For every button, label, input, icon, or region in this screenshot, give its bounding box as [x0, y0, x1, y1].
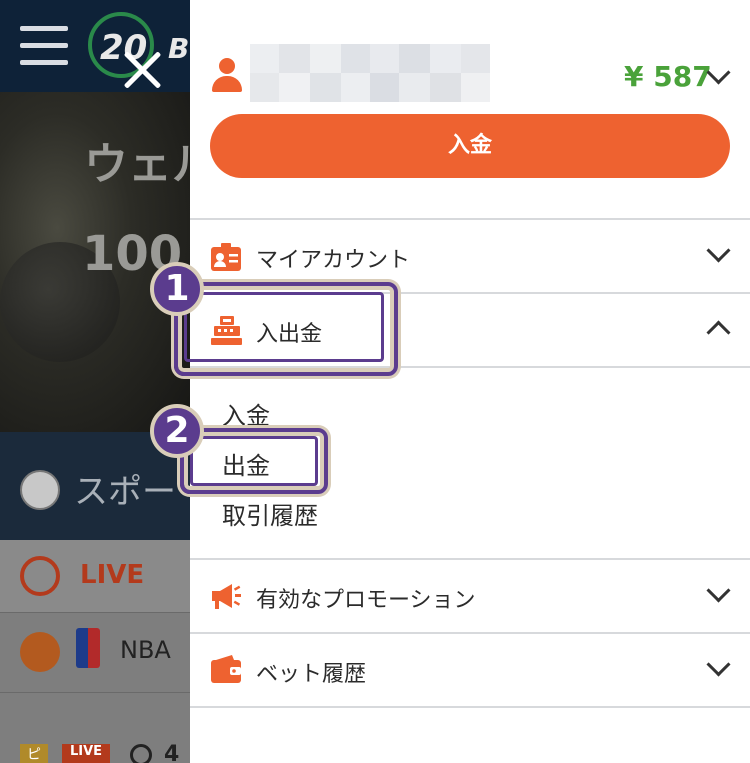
- id-card-icon: [211, 243, 241, 271]
- hero-title: ウェル: [84, 139, 190, 190]
- stopwatch-icon: [20, 556, 60, 596]
- balance-amount[interactable]: ¥ 587: [624, 60, 712, 93]
- step-badge-1: 1: [150, 262, 204, 316]
- menu-label: マイアカウント: [256, 248, 411, 273]
- timer-icon: [130, 744, 152, 763]
- chevron-down-icon: [706, 578, 731, 603]
- menu-item-bet-history[interactable]: ベット履歴: [190, 634, 750, 706]
- account-drawer: ¥ 587 入金 マイアカウント 入出金 入金 出金 取引履歴 有効なプロモーシ…: [190, 0, 750, 763]
- chevron-down-icon: [706, 652, 731, 677]
- megaphone-icon: [212, 584, 241, 609]
- event-badge: ピ: [20, 744, 48, 763]
- divider: [190, 706, 750, 708]
- step-badge-2: 2: [150, 404, 204, 458]
- hero-banner: ウェル 100: [0, 92, 190, 432]
- event-number: 4: [164, 742, 180, 763]
- chevron-down-icon: [706, 238, 731, 263]
- chevron-up-icon: [706, 320, 731, 345]
- live-badge: LIVE: [62, 744, 110, 763]
- highlight-box-step2-inner: [190, 436, 318, 486]
- live-label: LIVE: [80, 560, 145, 590]
- submenu-transaction-history[interactable]: 取引履歴: [222, 496, 318, 531]
- nba-label: NBA: [120, 636, 171, 664]
- menu-label: 有効なプロモーション: [256, 588, 476, 613]
- deposit-button[interactable]: 入金: [210, 114, 730, 178]
- background-page: 20 B ウェル 100 スポー LIVE NBA ピ LIVE 4: [0, 0, 190, 763]
- basketball-icon: [20, 632, 60, 672]
- menu-label: ベット履歴: [256, 662, 367, 687]
- logo-letter: B: [168, 32, 190, 65]
- sports-label: スポー: [74, 472, 176, 512]
- submenu-deposit[interactable]: 入金: [222, 396, 270, 431]
- user-icon: [210, 58, 244, 94]
- hamburger-menu-icon[interactable]: [20, 26, 68, 66]
- highlight-box-step1-inner: [184, 292, 384, 362]
- menu-item-promotions[interactable]: 有効なプロモーション: [190, 560, 750, 632]
- close-icon[interactable]: [118, 46, 166, 94]
- wallet-icon: [211, 655, 241, 683]
- username-redacted: [250, 44, 490, 102]
- nba-logo-icon: [76, 628, 100, 668]
- soccer-ball-icon: [20, 470, 60, 510]
